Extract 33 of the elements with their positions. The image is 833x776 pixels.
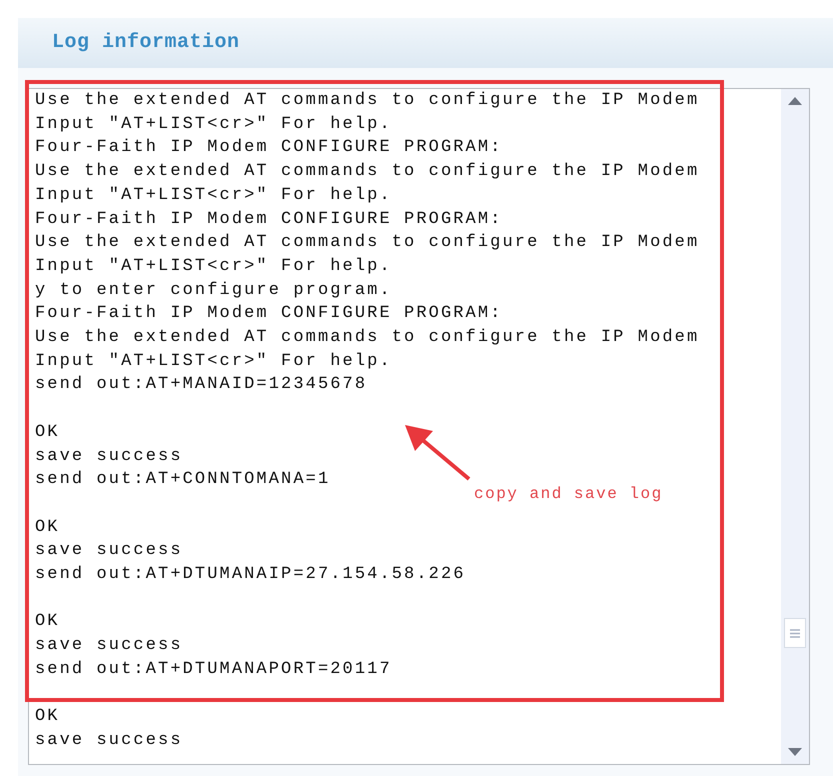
annotation-label: copy and save log [474, 484, 663, 505]
annotation-arrow [405, 425, 471, 481]
log-line: save success [35, 446, 183, 468]
log-line: send out:AT+DTUMANAIP=27.154.58.226 [35, 564, 466, 586]
log-line: send out:AT+DTUMANAPORT=20117 [35, 658, 392, 681]
grip-icon [790, 628, 800, 638]
log-line: OK [35, 706, 60, 728]
log-line: OK [35, 516, 60, 539]
log-line: Use the extended AT commands to configure the IP Modem [35, 90, 700, 112]
log-line: Four-Faith IP Modem CONFIGURE PROGRAM: [35, 208, 502, 231]
panel-title: Log information [52, 30, 240, 56]
log-line: send out:AT+CONNTOMANA=1 [35, 469, 330, 492]
log-line: save success [35, 730, 183, 752]
log-line: OK [35, 422, 60, 444]
log-line: y to enter configure program. [35, 280, 392, 302]
scroll-thumb[interactable] [784, 618, 806, 648]
log-line: Four-Faith IP Modem CONFIGURE PROGRAM: [35, 303, 502, 326]
log-text-area[interactable] [28, 88, 810, 765]
scrollbar[interactable] [781, 89, 809, 764]
log-line: Four-Faith IP Modem CONFIGURE PROGRAM: [35, 137, 502, 160]
log-line: save success [35, 540, 183, 562]
log-line: OK [35, 611, 60, 634]
scroll-up-icon[interactable] [788, 97, 802, 105]
log-line: Use the extended AT commands to configure the IP Modem [35, 327, 700, 350]
log-line: save success [35, 635, 183, 658]
scroll-down-icon[interactable] [788, 748, 802, 756]
log-line: Input "AT+LIST<cr>" For help. [35, 256, 392, 278]
log-line: Use the extended AT commands to configure the IP Modem [35, 232, 700, 254]
log-line: Input "AT+LIST<cr>" For help. [35, 114, 392, 136]
log-line: Use the extended AT commands to configure the IP Modem [35, 161, 700, 184]
log-line: send out:AT+MANAID=12345678 [35, 374, 368, 396]
log-line: Input "AT+LIST<cr>" For help. [35, 350, 392, 373]
log-line: Input "AT+LIST<cr>" For help. [35, 184, 392, 207]
